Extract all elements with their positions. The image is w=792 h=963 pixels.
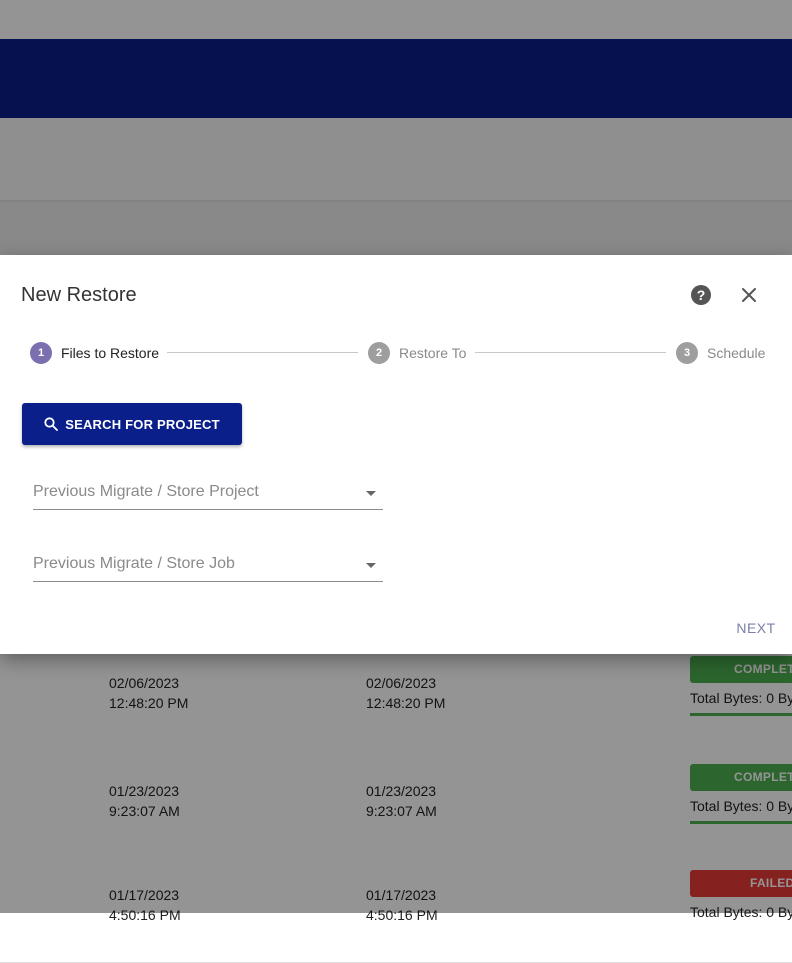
- chevron-down-icon: [366, 563, 376, 568]
- chevron-down-icon: [366, 491, 376, 496]
- step-connector: [167, 352, 358, 353]
- step-schedule[interactable]: 3 Schedule: [676, 342, 765, 364]
- previous-project-select[interactable]: Previous Migrate / Store Project: [33, 479, 383, 510]
- search-button-label: SEARCH FOR PROJECT: [65, 416, 220, 432]
- step-number: 3: [676, 342, 698, 364]
- select-placeholder: Previous Migrate / Store Job: [33, 555, 235, 572]
- search-for-project-button[interactable]: SEARCH FOR PROJECT: [22, 403, 242, 445]
- step-label: Schedule: [707, 345, 766, 361]
- step-label: Files to Restore: [61, 345, 160, 361]
- new-restore-dialog: New Restore ? 1 Files to Restore 2 Resto…: [0, 255, 792, 654]
- close-icon[interactable]: [740, 286, 758, 304]
- step-files-to-restore[interactable]: 1 Files to Restore: [30, 342, 159, 364]
- svg-text:?: ?: [697, 287, 706, 303]
- dialog-title: New Restore: [21, 284, 137, 306]
- select-placeholder: Previous Migrate / Store Project: [33, 483, 259, 500]
- previous-job-select[interactable]: Previous Migrate / Store Job: [33, 551, 383, 582]
- step-number: 1: [30, 342, 52, 364]
- search-icon: [44, 417, 59, 431]
- help-icon[interactable]: ?: [691, 285, 711, 305]
- next-button[interactable]: NEXT: [728, 616, 784, 640]
- step-restore-to[interactable]: 2 Restore To: [368, 342, 466, 364]
- step-connector: [475, 352, 666, 353]
- step-number: 2: [368, 342, 390, 364]
- step-label: Restore To: [399, 345, 467, 361]
